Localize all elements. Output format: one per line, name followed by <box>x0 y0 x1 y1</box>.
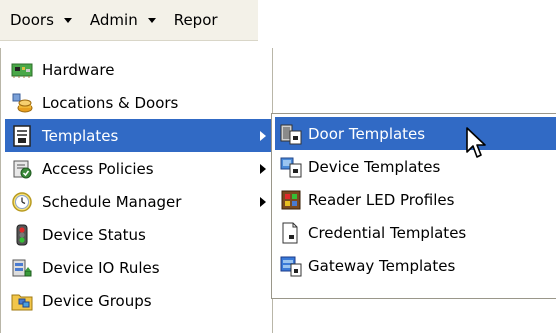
submenu-item-credential-templates[interactable]: Credential Templates <box>275 216 556 249</box>
doors-dropdown-menu: Hardware Locations & Doors Templates Acc… <box>0 48 273 333</box>
dropdown-caret-icon <box>63 17 72 23</box>
hardware-board-icon <box>11 59 33 81</box>
menubar-doors[interactable]: Doors <box>0 0 80 40</box>
door-template-icon <box>280 123 302 145</box>
menu-item-device-io-rules[interactable]: Device IO Rules <box>5 251 272 284</box>
submenu-item-device-templates[interactable]: Device Templates <box>275 150 556 183</box>
menu-item-label: Hardware <box>42 60 115 79</box>
submenu-arrow-icon <box>260 196 266 207</box>
menu-item-templates[interactable]: Templates <box>5 119 272 152</box>
submenu-item-label: Credential Templates <box>308 223 467 242</box>
io-rules-icon <box>11 257 33 279</box>
submenu-item-door-templates[interactable]: Door Templates <box>275 117 556 150</box>
menubar-reports[interactable]: Repor <box>164 0 226 40</box>
gateway-template-icon <box>280 255 302 277</box>
template-document-icon <box>11 124 33 147</box>
menubar-admin[interactable]: Admin <box>80 0 164 40</box>
submenu-item-gateway-templates[interactable]: Gateway Templates <box>275 249 556 282</box>
traffic-light-icon <box>11 224 33 246</box>
menu-item-access-policies[interactable]: Access Policies <box>5 152 272 185</box>
menubar: Doors Admin Repor <box>0 0 258 41</box>
menubar-reports-label: Repor <box>173 11 218 29</box>
submenu-item-reader-led-profiles[interactable]: Reader LED Profiles <box>275 183 556 216</box>
clock-icon <box>11 191 33 213</box>
locations-icon <box>11 92 33 114</box>
menu-item-schedule-manager[interactable]: Schedule Manager <box>5 185 272 218</box>
menu-item-device-status[interactable]: Device Status <box>5 218 272 251</box>
menu-item-device-groups[interactable]: Device Groups <box>5 284 272 317</box>
submenu-item-label: Reader LED Profiles <box>308 190 455 209</box>
menu-item-locations-doors[interactable]: Locations & Doors <box>5 86 272 119</box>
dropdown-caret-icon <box>147 17 156 23</box>
submenu-arrow-icon <box>260 163 266 174</box>
menu-item-label: Templates <box>42 126 119 145</box>
access-policy-icon <box>11 158 33 180</box>
credential-template-icon <box>280 222 302 244</box>
menu-item-label: Device Groups <box>42 291 152 310</box>
submenu-item-label: Device Templates <box>308 157 441 176</box>
device-template-icon <box>280 156 302 178</box>
device-groups-icon <box>11 290 33 312</box>
menu-item-label: Locations & Doors <box>42 93 179 112</box>
templates-submenu: Door Templates Device Templates Reader L… <box>271 113 556 299</box>
submenu-item-label: Door Templates <box>308 124 426 143</box>
menu-item-label: Access Policies <box>42 159 154 178</box>
menu-item-label: Device IO Rules <box>42 258 160 277</box>
submenu-item-label: Gateway Templates <box>308 256 456 275</box>
menu-item-label: Schedule Manager <box>42 192 182 211</box>
reader-led-icon <box>280 189 302 211</box>
submenu-arrow-icon <box>260 130 266 141</box>
mouse-pointer-icon <box>465 126 489 160</box>
menubar-doors-label: Doors <box>10 11 54 29</box>
menubar-admin-label: Admin <box>89 11 138 29</box>
menu-item-hardware[interactable]: Hardware <box>5 53 272 86</box>
menu-item-label: Device Status <box>42 225 146 244</box>
